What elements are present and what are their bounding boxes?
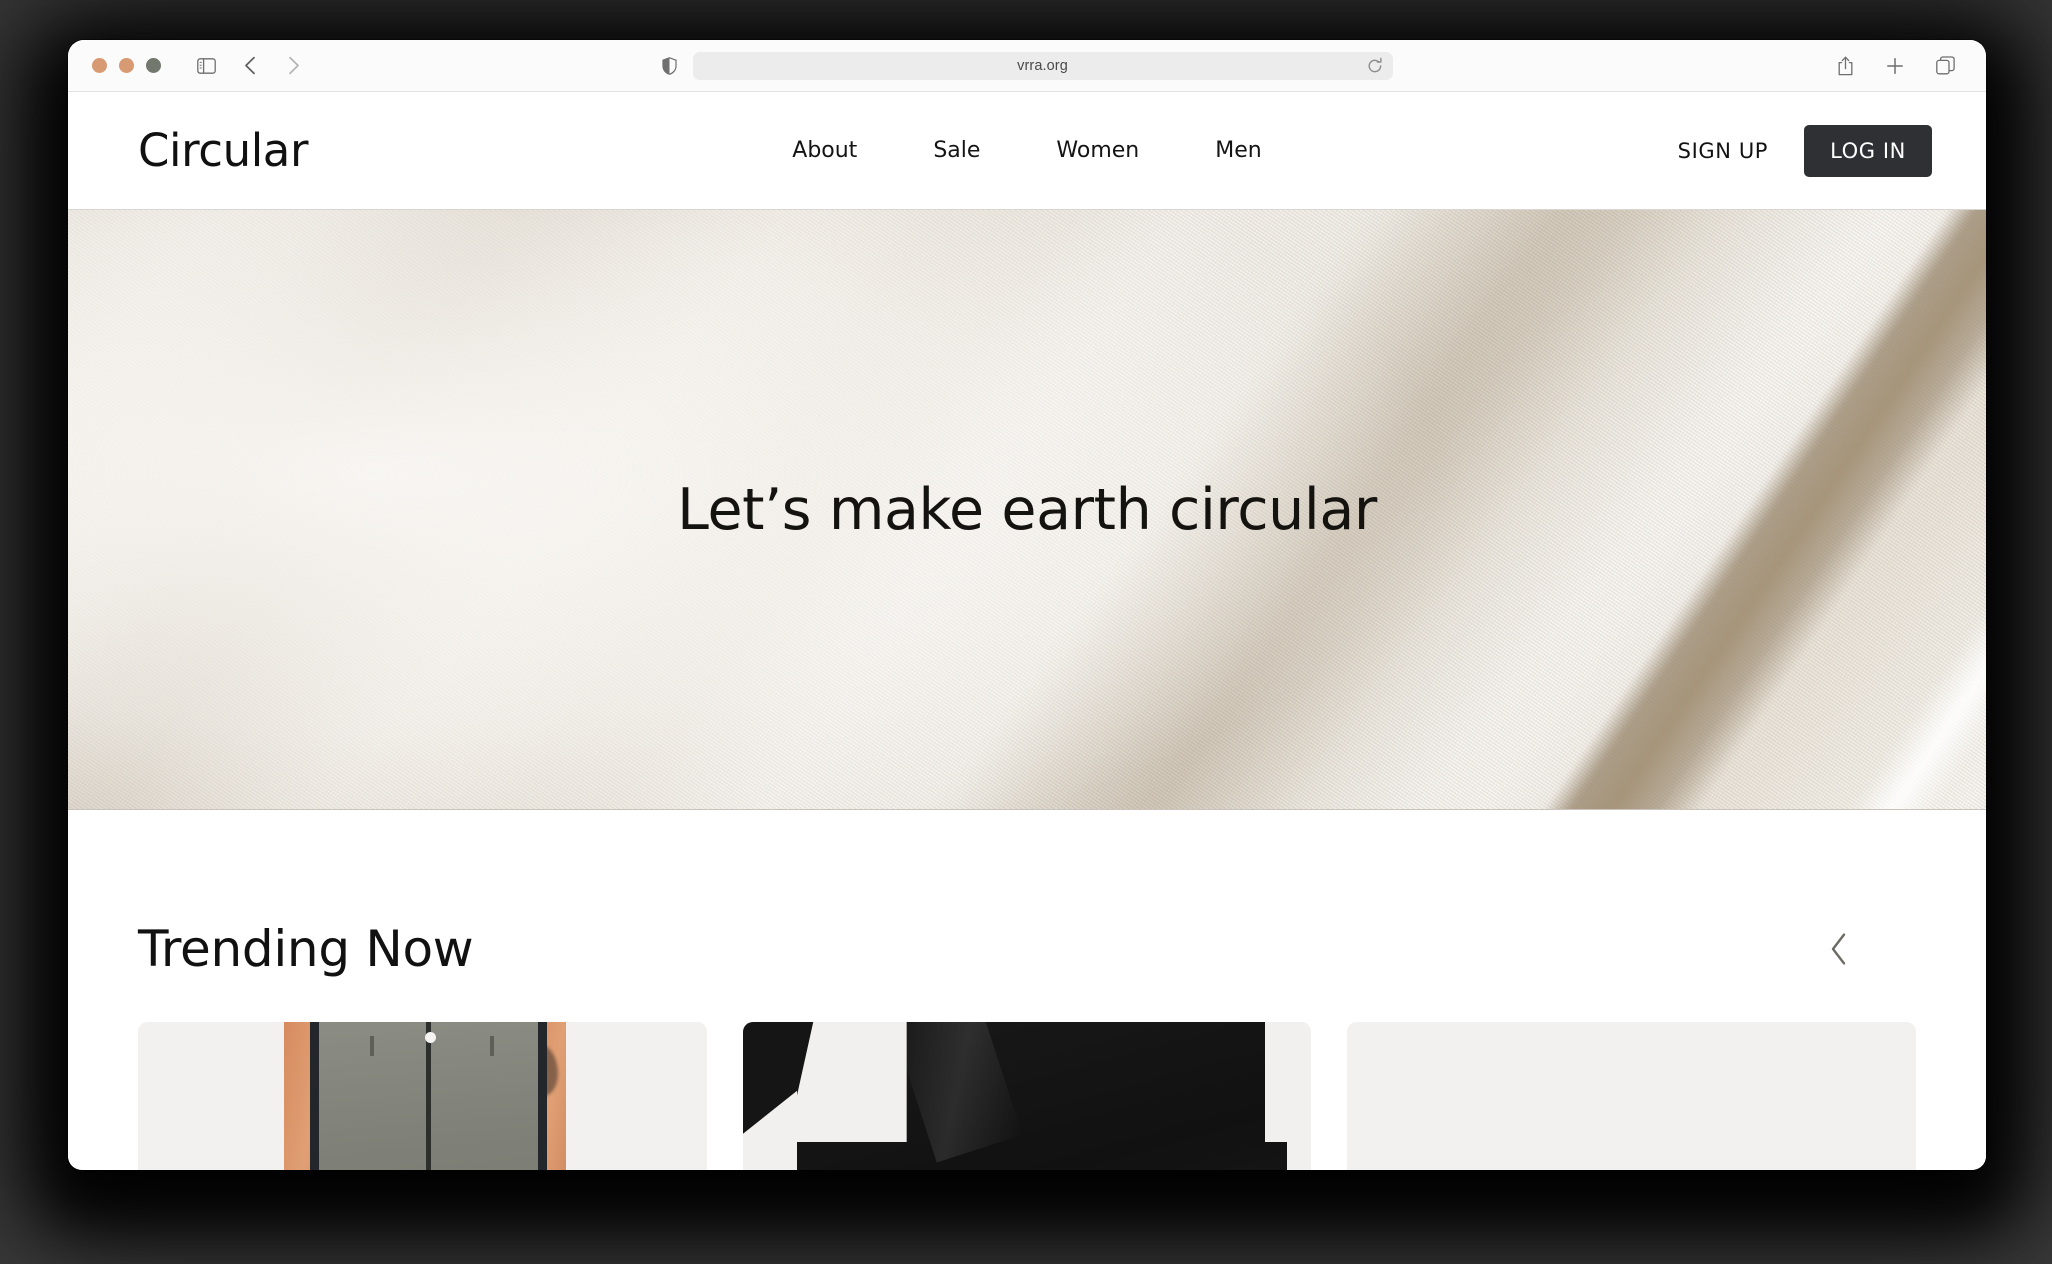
- reload-icon[interactable]: [1367, 57, 1383, 74]
- minimize-window-button[interactable]: [119, 58, 134, 73]
- toolbar-actions: [1828, 51, 1962, 81]
- product-carousel: [138, 1022, 1917, 1170]
- nav-item-sale[interactable]: Sale: [895, 130, 1018, 171]
- hero-headline: Let’s make earth circular: [677, 476, 1377, 543]
- trending-section: Trending Now: [68, 810, 1986, 1170]
- site-header: Circular About Sale Women Men SIGN UP LO…: [68, 92, 1986, 210]
- tab-overview-icon[interactable]: [1928, 51, 1962, 81]
- trending-title: Trending Now: [138, 920, 474, 978]
- hero-section: Let’s make earth circular: [68, 210, 1986, 810]
- nav-item-women[interactable]: Women: [1018, 130, 1177, 171]
- browser-window: vrra.org Circular About Sale Women Men S…: [68, 40, 1986, 1170]
- desktop-backdrop: vrra.org Circular About Sale Women Men S…: [0, 0, 2052, 1264]
- nav-item-men[interactable]: Men: [1177, 130, 1299, 171]
- privacy-shield-icon[interactable]: [661, 56, 677, 75]
- browser-toolbar: vrra.org: [68, 40, 1986, 92]
- close-window-button[interactable]: [92, 58, 107, 73]
- sidebar-icon[interactable]: [189, 51, 223, 81]
- url-text: vrra.org: [1017, 57, 1068, 74]
- product-image-2: [742, 1022, 1312, 1170]
- log-in-button[interactable]: LOG IN: [1804, 124, 1932, 177]
- site-logo[interactable]: Circular: [138, 128, 308, 173]
- address-bar[interactable]: vrra.org: [692, 51, 1393, 80]
- share-icon[interactable]: [1828, 51, 1862, 81]
- product-image-1: [138, 1022, 707, 1170]
- nav-item-about[interactable]: About: [754, 130, 895, 171]
- product-image-3: [1347, 1022, 1917, 1170]
- chevron-left-icon[interactable]: [1814, 922, 1864, 976]
- navigation-arrows: [233, 51, 311, 81]
- window-controls: [92, 58, 161, 73]
- product-card-3[interactable]: [1347, 1022, 1917, 1170]
- zoom-window-button[interactable]: [146, 58, 161, 73]
- trending-header: Trending Now: [138, 920, 1916, 978]
- header-actions: SIGN UP LOG IN: [1678, 124, 1932, 177]
- plus-icon[interactable]: [1878, 51, 1912, 81]
- address-bar-area: vrra.org: [68, 40, 1986, 91]
- back-arrow-icon[interactable]: [233, 51, 267, 81]
- sign-up-link[interactable]: SIGN UP: [1678, 139, 1768, 163]
- product-card-2[interactable]: [742, 1022, 1312, 1170]
- forward-arrow-icon[interactable]: [277, 51, 311, 81]
- product-card-1[interactable]: [138, 1022, 707, 1170]
